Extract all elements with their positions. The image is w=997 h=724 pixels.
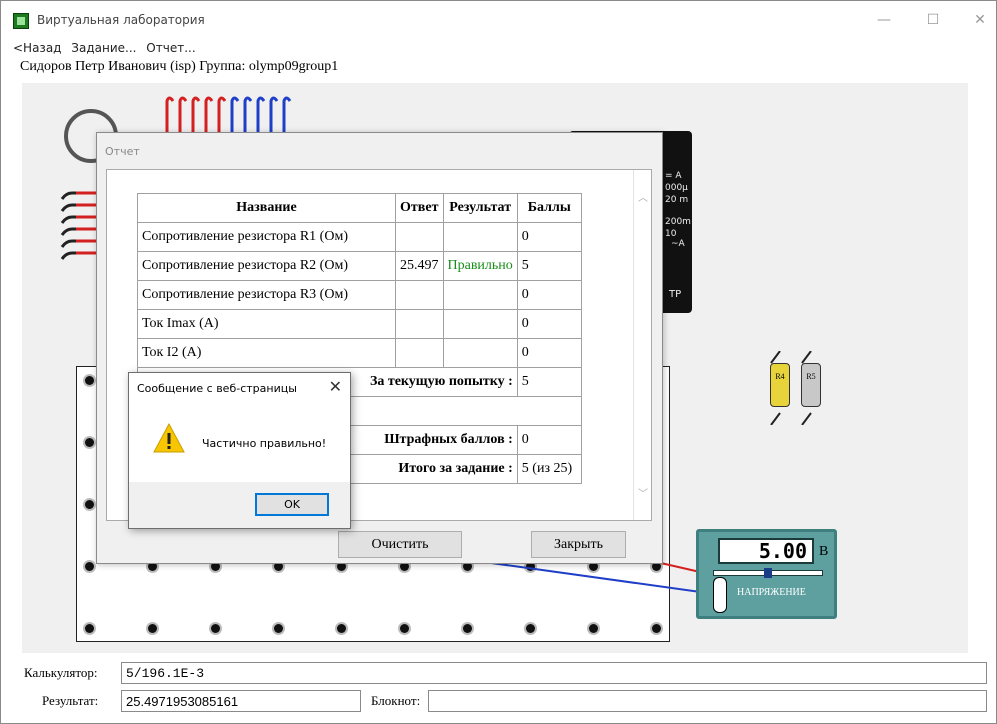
voltage-unit: В (819, 544, 829, 559)
menu-back[interactable]: <Назад (13, 41, 61, 55)
notepad-input[interactable] (428, 690, 987, 712)
calculator-label: Калькулятор: (24, 665, 98, 680)
ok-button[interactable]: OK (255, 493, 329, 516)
report-scrollbar[interactable]: ︿ ﹀ (633, 170, 651, 520)
alert-message: Частично правильно! (202, 437, 327, 450)
maximize-button[interactable]: ☐ (918, 9, 948, 31)
table-row: Ток I2 (A) 0 (137, 338, 582, 368)
cell-name: Сопротивление резистора R2 (Ом) (137, 251, 396, 281)
column-header: Баллы (516, 193, 582, 223)
cell-result (442, 338, 518, 368)
cell-answer: 25.497 (395, 251, 444, 281)
cell-score: 0 (516, 222, 582, 252)
resistor-r5[interactable]: R5 (798, 351, 824, 425)
cell-score: 5 (516, 251, 582, 281)
cell-name: Ток I2 (A) (137, 338, 396, 368)
resistor-label: R4 (770, 363, 790, 407)
cell-result: Правильно (442, 251, 518, 281)
result-field[interactable] (121, 690, 361, 712)
report-title: Отчет (105, 145, 140, 158)
alert-title: Сообщение с веб-страницы (137, 382, 297, 395)
cell-answer (395, 222, 444, 252)
cell-name: Ток Imax (A) (137, 309, 396, 339)
window-title: Виртуальная лаборатория (37, 13, 205, 27)
warning-icon (153, 423, 185, 453)
title-bar: Виртуальная лаборатория — ☐ ✕ (1, 1, 996, 37)
resistor-label: R5 (801, 363, 821, 407)
alert-close-button[interactable]: ✕ (329, 377, 342, 396)
voltage-plug[interactable] (713, 577, 727, 613)
slider-knob[interactable] (764, 568, 772, 578)
cell-score: 0 (516, 309, 582, 339)
app-window: Виртуальная лаборатория — ☐ ✕ <Назад Зад… (0, 0, 997, 724)
resistor-r4[interactable]: R4 (767, 351, 793, 425)
table-row: Ток Imax (A) 0 (137, 309, 582, 339)
cell-result (442, 222, 518, 252)
menu-task[interactable]: Задание... (71, 41, 136, 55)
voltage-source[interactable]: 5.00 В НАПРЯЖЕНИЕ (696, 529, 837, 619)
cell-result (442, 280, 518, 310)
alert-footer: OK (129, 482, 350, 528)
voltage-slider[interactable] (713, 568, 823, 578)
app-icon (13, 13, 29, 29)
attempt-value: 5 (516, 367, 582, 397)
calculator-input[interactable] (121, 662, 987, 684)
cell-name: Сопротивление резистора R1 (Ом) (137, 222, 396, 252)
user-info: Сидоров Петр Иванович (isp) Группа: olym… (20, 59, 339, 74)
table-row: Сопротивление резистора R3 (Ом) 0 (137, 280, 582, 310)
menu-report[interactable]: Отчет... (146, 41, 195, 55)
cell-name: Сопротивление резистора R3 (Ом) (137, 280, 396, 310)
cell-score: 0 (516, 338, 582, 368)
table-row: Сопротивление резистора R2 (Ом) 25.497 П… (137, 251, 582, 281)
alert-dialog: Сообщение с веб-страницы ✕ Частично прав… (128, 372, 351, 529)
voltage-display: 5.00 (718, 538, 814, 564)
minimize-button[interactable]: — (869, 9, 899, 31)
total-value: 5 (из 25) (516, 454, 582, 484)
voltage-label: НАПРЯЖЕНИЕ (737, 587, 806, 598)
column-header: Результат (442, 193, 518, 223)
cell-score: 0 (516, 280, 582, 310)
penalty-value: 0 (516, 425, 582, 455)
column-header: Название (137, 193, 396, 223)
cell-result (442, 309, 518, 339)
scroll-up-icon[interactable]: ︿ (636, 192, 650, 206)
close-window-button[interactable]: ✕ (965, 9, 995, 31)
result-label: Результат: (42, 693, 99, 708)
clear-button[interactable]: Очистить (338, 531, 462, 558)
scroll-down-icon[interactable]: ﹀ (636, 488, 650, 502)
close-report-button[interactable]: Закрыть (531, 531, 626, 558)
table-row: Сопротивление резистора R1 (Ом) 0 (137, 222, 582, 252)
cell-answer (395, 280, 444, 310)
notepad-label: Блокнот: (371, 693, 421, 708)
cell-answer (395, 309, 444, 339)
menu-bar: <Назад Задание... Отчет... (13, 41, 202, 55)
column-header: Ответ (395, 193, 444, 223)
cell-answer (395, 338, 444, 368)
